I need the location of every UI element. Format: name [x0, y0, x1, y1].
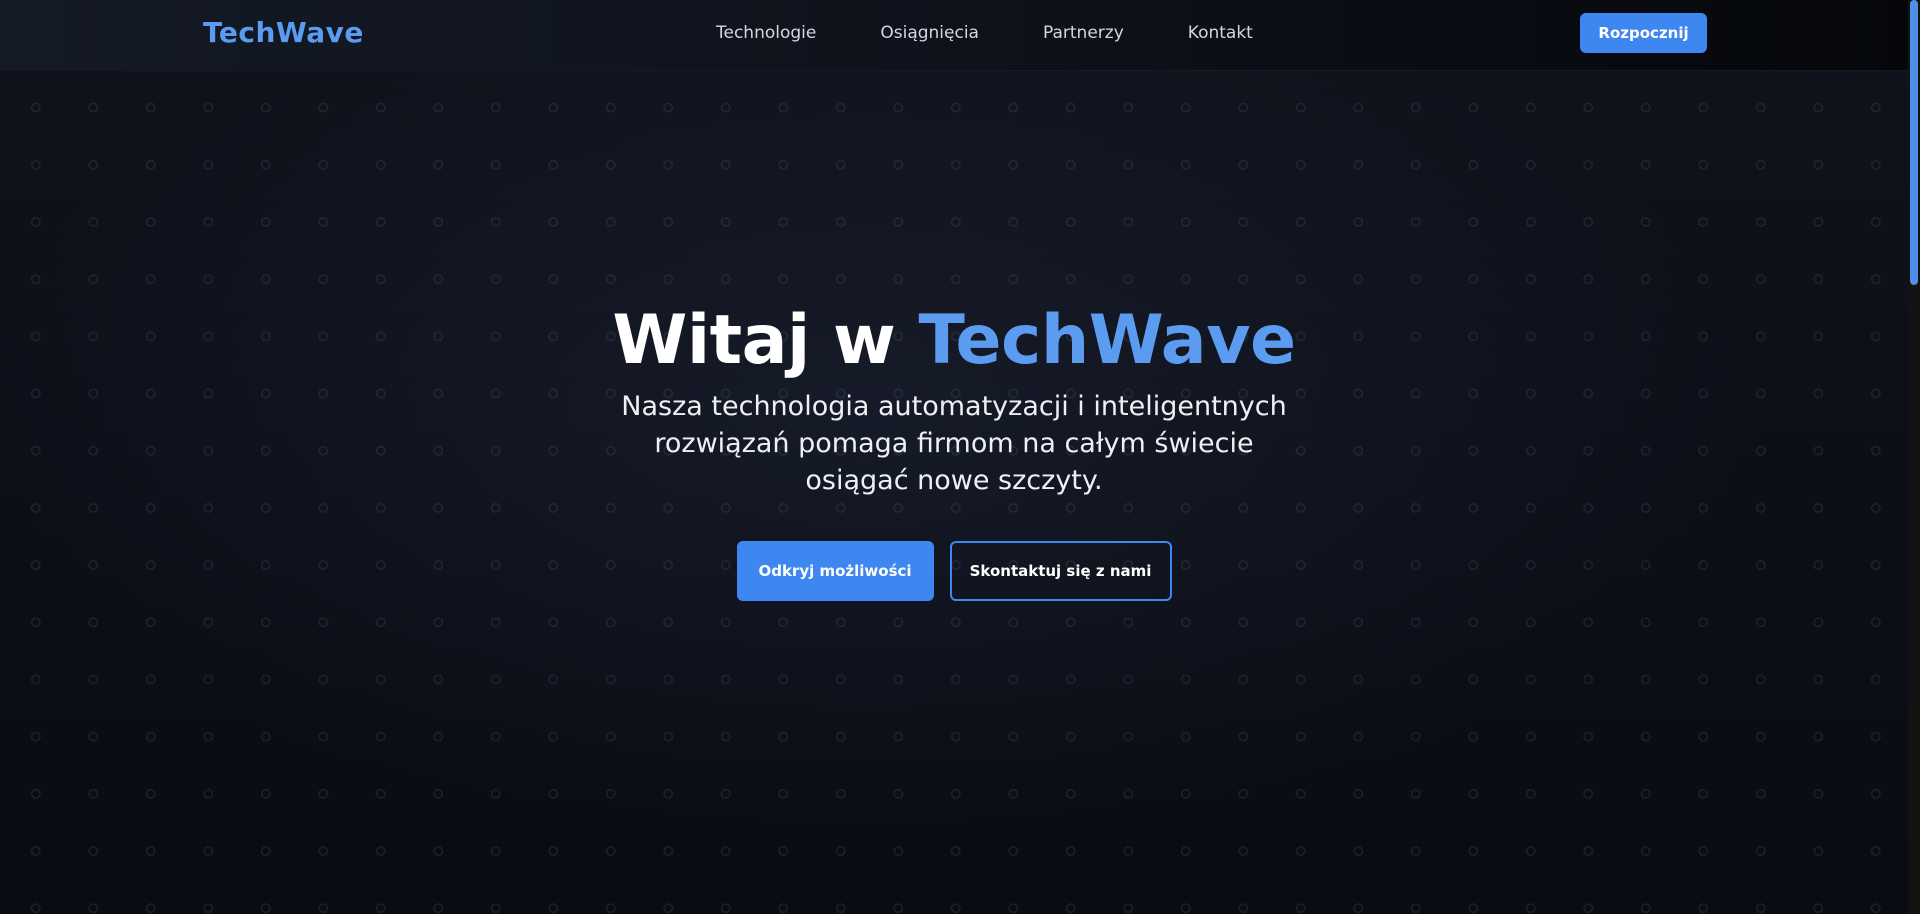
contact-button[interactable]: Skontaktuj się z nami — [949, 540, 1172, 601]
nav-link-technologie[interactable]: Technologie — [716, 23, 816, 43]
hero-title-prefix: Witaj w — [612, 301, 919, 380]
hero-buttons: Odkryj możliwości Skontaktuj się z nami — [0, 540, 1908, 601]
nav-links: Technologie Osiągnięcia Partnerzy Kontak… — [716, 23, 1253, 43]
nav-link-kontakt[interactable]: Kontakt — [1188, 23, 1253, 43]
nav-link-partnerzy[interactable]: Partnerzy — [1043, 23, 1124, 43]
hero-title-accent: TechWave — [918, 301, 1297, 380]
hero-title: Witaj w TechWave — [0, 300, 1908, 382]
discover-button[interactable]: Odkryj możliwości — [736, 540, 934, 601]
logo[interactable]: TechWave — [203, 16, 364, 49]
nav-link-osiagniecia[interactable]: Osiągnięcia — [880, 23, 979, 43]
landing-page: TechWave Technologie Osiągnięcia Partner… — [0, 0, 1920, 914]
top-navbar: TechWave Technologie Osiągnięcia Partner… — [0, 0, 1908, 70]
scrollbar-thumb[interactable] — [1910, 0, 1918, 285]
get-started-button[interactable]: Rozpocznij — [1580, 13, 1707, 53]
hero-section: Witaj w TechWave Nasza technologia autom… — [0, 300, 1908, 601]
scrollbar[interactable] — [1908, 0, 1920, 914]
hero-subtitle: Nasza technologia automatyzacji i inteli… — [621, 390, 1287, 496]
